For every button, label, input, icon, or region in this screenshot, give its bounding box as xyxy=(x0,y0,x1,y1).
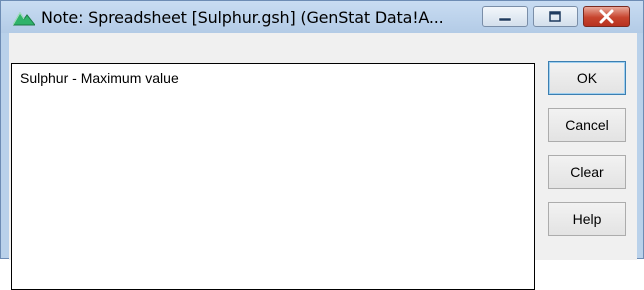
note-text: Sulphur - Maximum value xyxy=(20,70,179,86)
dialog-client-area: Sulphur - Maximum value OK Cancel Clear … xyxy=(9,33,637,290)
note-dialog-window: Note: Spreadsheet [Sulphur.gsh] (GenStat… xyxy=(0,0,644,290)
cancel-button[interactable]: Cancel xyxy=(548,108,626,142)
window-title: Note: Spreadsheet [Sulphur.gsh] (GenStat… xyxy=(41,8,444,27)
close-icon xyxy=(599,9,614,24)
maximize-button[interactable] xyxy=(533,6,578,27)
help-button[interactable]: Help xyxy=(548,202,626,236)
ok-button[interactable]: OK xyxy=(548,61,626,95)
close-button[interactable] xyxy=(583,6,630,27)
note-textarea[interactable] xyxy=(11,63,535,290)
minimize-button[interactable] xyxy=(482,6,528,27)
genstat-app-icon xyxy=(13,12,35,26)
title-bar[interactable]: Note: Spreadsheet [Sulphur.gsh] (GenStat… xyxy=(1,1,643,33)
minimize-icon xyxy=(498,17,512,22)
maximize-icon xyxy=(549,11,561,22)
clear-button[interactable]: Clear xyxy=(548,155,626,189)
